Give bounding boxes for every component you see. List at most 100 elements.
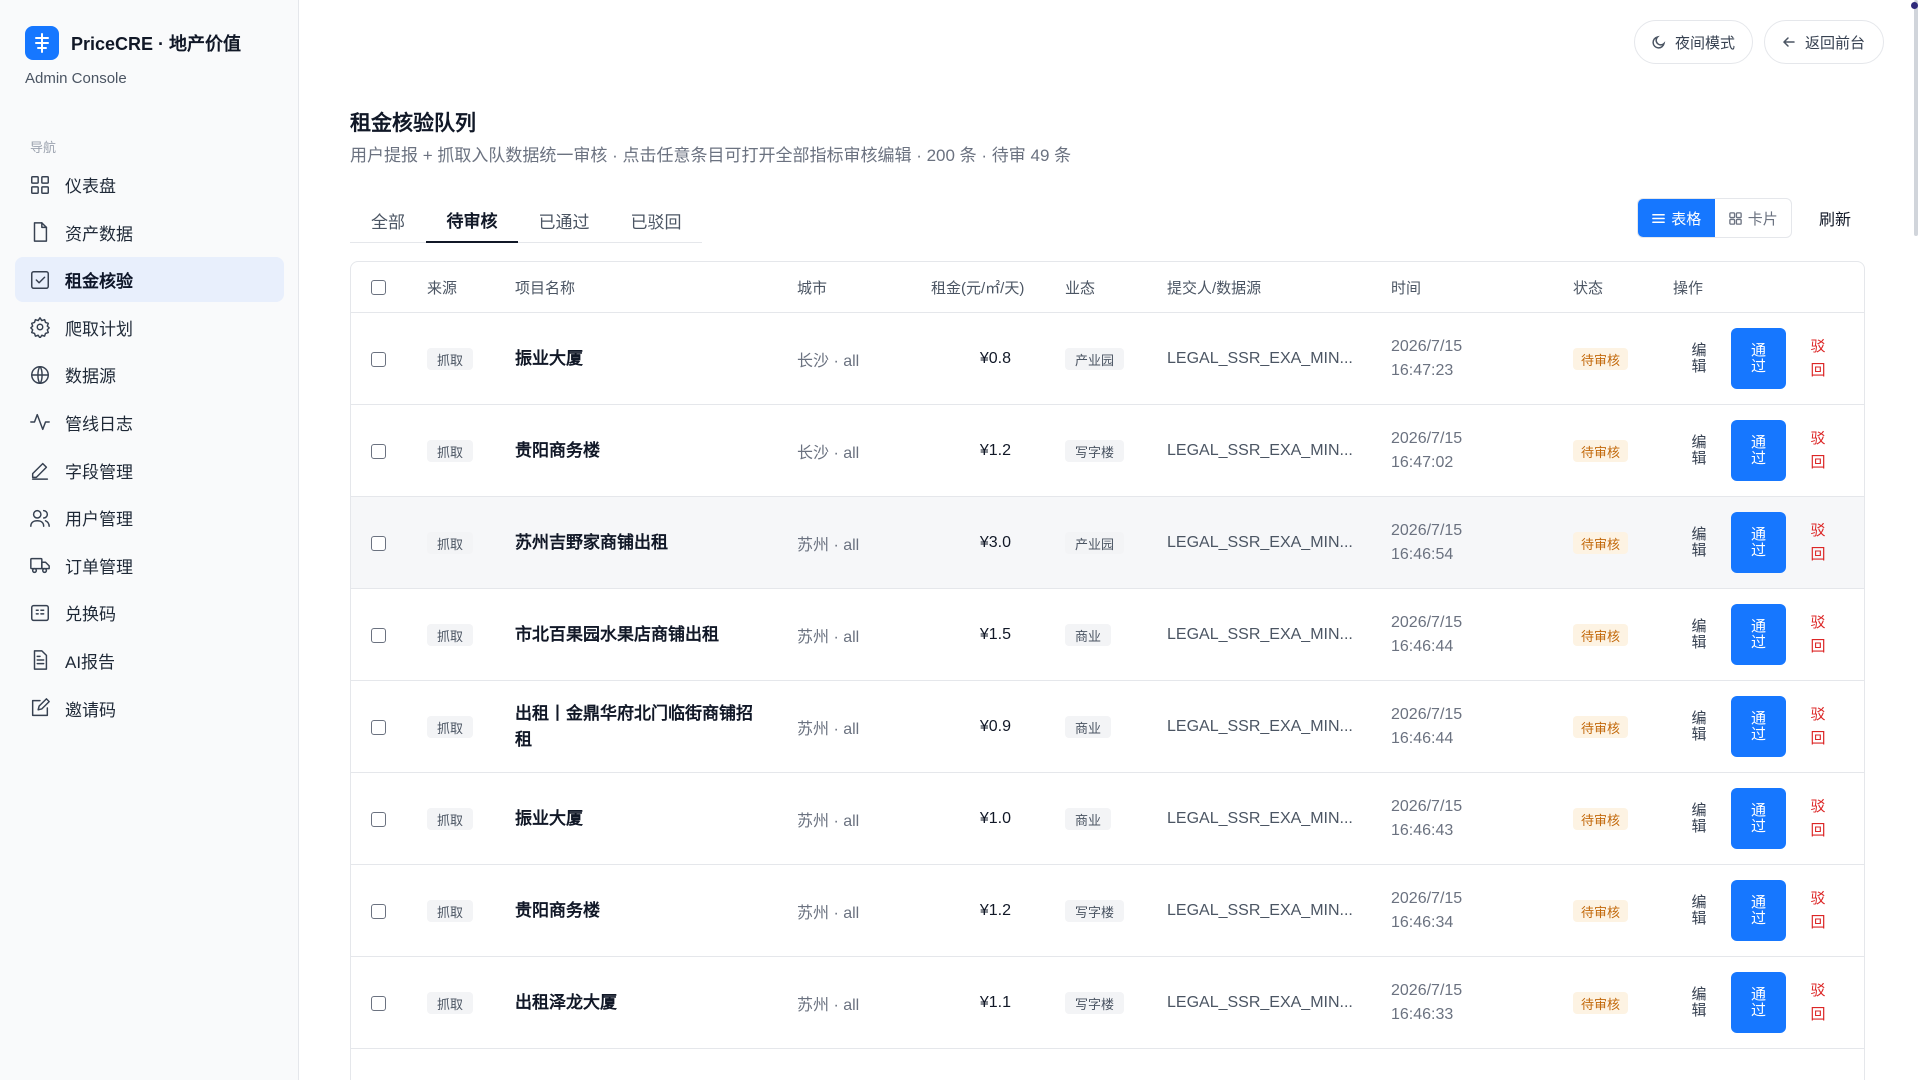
- city: 苏州 · all: [797, 537, 860, 554]
- select-all-checkbox[interactable]: [371, 262, 386, 313]
- row-checkbox[interactable]: [371, 957, 386, 1049]
- edit-button[interactable]: 编辑: [1691, 497, 1707, 589]
- table-row[interactable]: 抓取 振业大厦 苏州 · all ¥1.0 商业 LEGAL_SSR_EXA_MIN...…: [351, 773, 1864, 865]
- edit-button[interactable]: 编辑: [1691, 405, 1707, 497]
- sidebar-item-7[interactable]: 用户管理: [15, 495, 284, 540]
- back-to-front-button[interactable]: 返回前台: [1764, 20, 1884, 64]
- table-row[interactable]: 抓取 贵阳商务楼 苏州 · all ¥1.2 写字楼 LEGAL_SSR_EXA_MIN.…: [351, 865, 1864, 957]
- project-name[interactable]: 苏州吉野家商铺出租: [515, 497, 765, 589]
- type-tag: 商业: [1065, 716, 1112, 738]
- sidebar-item-4[interactable]: 数据源: [15, 352, 284, 397]
- approve-button[interactable]: 通过: [1731, 880, 1786, 941]
- card-view-button[interactable]: 卡片: [1715, 199, 1792, 237]
- sidebar-nav: 仪表盘 资产数据 租金核验 爬取计划 数据源 管线日志 字段管理用户管理订单管理 兑换码 AI报…: [15, 162, 284, 733]
- row-checkbox[interactable]: [371, 865, 386, 957]
- refresh-button[interactable]: 刷新: [1805, 198, 1865, 238]
- col-actions: 操作: [1673, 280, 1704, 297]
- source-tag: 抓取: [427, 348, 474, 370]
- table-row[interactable]: 抓取 贵阳商务楼 长沙 · all ¥1.2 写字楼 LEGAL_SSR_EXA_MIN.…: [351, 405, 1864, 497]
- table-body: 抓取 振业大厦 长沙 · all ¥0.8 产业园 LEGAL_SSR_EXA_MIN..…: [351, 313, 1864, 1049]
- project-name[interactable]: 出租丨金鼎华府北门临街商铺招租: [515, 681, 765, 773]
- sidebar-item-10[interactable]: AI报告: [15, 638, 284, 683]
- table-row[interactable]: 抓取 苏州吉野家商铺出租 苏州 · all ¥3.0 产业园 LEGAL_SSR_EXA_…: [351, 497, 1864, 589]
- source-tag: 抓取: [427, 624, 474, 646]
- project-name[interactable]: 贵阳商务楼: [515, 405, 765, 497]
- table-view-button[interactable]: 表格: [1638, 199, 1715, 237]
- grid-icon: [31, 175, 49, 194]
- project-name[interactable]: 出租泽龙大厦: [515, 957, 765, 1049]
- approve-button[interactable]: 通过: [1731, 512, 1786, 573]
- row-checkbox[interactable]: [371, 589, 386, 681]
- sidebar-item-0[interactable]: 仪表盘: [15, 162, 284, 207]
- submit-clock: 16:46:43: [1391, 822, 1454, 839]
- edit-button[interactable]: 编辑: [1691, 313, 1707, 405]
- reject-button[interactable]: 驳回: [1810, 865, 1826, 957]
- row-checkbox[interactable]: [371, 313, 386, 405]
- sidebar-item-1[interactable]: 资产数据: [15, 210, 284, 255]
- tab-rejected[interactable]: 已驳回: [610, 198, 702, 243]
- brand[interactable]: PriceCRE · 地产价值: [25, 26, 241, 60]
- project-name[interactable]: 振业大厦: [515, 313, 765, 405]
- check-square-icon: [31, 270, 49, 289]
- col-rent: 租金(元/㎡/天): [931, 280, 1025, 297]
- status-dot: [1911, 2, 1918, 9]
- row-checkbox[interactable]: [371, 405, 386, 497]
- sidebar-item-3[interactable]: 爬取计划: [15, 305, 284, 350]
- reject-button[interactable]: 驳回: [1810, 773, 1826, 865]
- tab-pending[interactable]: 待审核: [426, 198, 518, 243]
- reject-button[interactable]: 驳回: [1810, 405, 1826, 497]
- project-name[interactable]: 市北百果园水果店商铺出租: [515, 589, 765, 681]
- page-scrollbar[interactable]: [1912, 0, 1920, 240]
- approve-button[interactable]: 通过: [1731, 972, 1786, 1033]
- edit-button[interactable]: 编辑: [1691, 865, 1707, 957]
- col-time: 时间: [1391, 280, 1422, 297]
- reject-button[interactable]: 驳回: [1810, 589, 1826, 681]
- sidebar-item-5[interactable]: 管线日志: [15, 400, 284, 445]
- reject-button[interactable]: 驳回: [1810, 957, 1826, 1049]
- back-label: 返回前台: [1805, 34, 1866, 52]
- approve-button[interactable]: 通过: [1731, 604, 1786, 665]
- reject-button[interactable]: 驳回: [1810, 681, 1826, 773]
- submitter: LEGAL_SSR_EXA_MIN...: [1167, 350, 1353, 367]
- row-checkbox[interactable]: [371, 773, 386, 865]
- sidebar-item-label: 用户管理: [65, 510, 133, 530]
- approve-button[interactable]: 通过: [1731, 420, 1786, 481]
- table-view-label: 表格: [1671, 210, 1702, 228]
- sidebar-item-6[interactable]: 字段管理: [15, 448, 284, 493]
- table-row[interactable]: 抓取 市北百果园水果店商铺出租 苏州 · all ¥1.5 商业 LEGAL_SSR_EX…: [351, 589, 1864, 681]
- source-tag: 抓取: [427, 440, 474, 462]
- sidebar-item-11[interactable]: 邀请码: [15, 686, 284, 731]
- tab-all[interactable]: 全部: [350, 198, 426, 243]
- edit-button[interactable]: 编辑: [1691, 589, 1707, 681]
- file-icon: [33, 222, 48, 242]
- type-tag: 写字楼: [1065, 440, 1125, 462]
- row-checkbox[interactable]: [371, 681, 386, 773]
- table-header: 来源 项目名称 城市 租金(元/㎡/天) 业态 提交人/数据源 时间 状态 操作: [351, 262, 1864, 313]
- rent: ¥1.1: [979, 994, 1011, 1011]
- city: 长沙 · all: [797, 445, 860, 462]
- status-badge: 待审核: [1573, 440, 1629, 462]
- approve-button[interactable]: 通过: [1731, 328, 1786, 389]
- table-row[interactable]: 抓取 出租泽龙大厦 苏州 · all ¥1.1 写字楼 LEGAL_SSR_EXA_MIN…: [351, 957, 1864, 1049]
- sidebar-item-8[interactable]: 订单管理: [15, 543, 284, 588]
- tab-approved[interactable]: 已通过: [518, 198, 610, 243]
- edit-button[interactable]: 编辑: [1691, 681, 1707, 773]
- project-name[interactable]: 振业大厦: [515, 773, 765, 865]
- edit-button[interactable]: 编辑: [1691, 957, 1707, 1049]
- edit-button[interactable]: 编辑: [1691, 773, 1707, 865]
- approve-button[interactable]: 通过: [1731, 788, 1786, 849]
- approve-button[interactable]: 通过: [1731, 696, 1786, 757]
- row-checkbox[interactable]: [371, 497, 386, 589]
- col-source: 来源: [427, 280, 458, 297]
- sidebar-item-2[interactable]: 租金核验: [15, 257, 284, 303]
- reject-button[interactable]: 驳回: [1810, 313, 1826, 405]
- reject-button[interactable]: 驳回: [1810, 497, 1826, 589]
- night-mode-button[interactable]: 夜间模式: [1634, 20, 1753, 64]
- review-table: 来源 项目名称 城市 租金(元/㎡/天) 业态 提交人/数据源 时间 状态 操作…: [350, 261, 1865, 1080]
- sidebar-item-9[interactable]: 兑换码: [15, 590, 284, 635]
- table-row[interactable]: 抓取 出租丨金鼎华府北门临街商铺招租 苏州 · all ¥0.9 商业 LEGAL_SSR…: [351, 681, 1864, 773]
- table-row[interactable]: 抓取 振业大厦 长沙 · all ¥0.8 产业园 LEGAL_SSR_EXA_MIN..…: [351, 313, 1864, 405]
- list-icon: [1652, 213, 1666, 223]
- project-name[interactable]: 贵阳商务楼: [515, 865, 765, 957]
- brand-subtitle: Admin Console: [25, 70, 127, 87]
